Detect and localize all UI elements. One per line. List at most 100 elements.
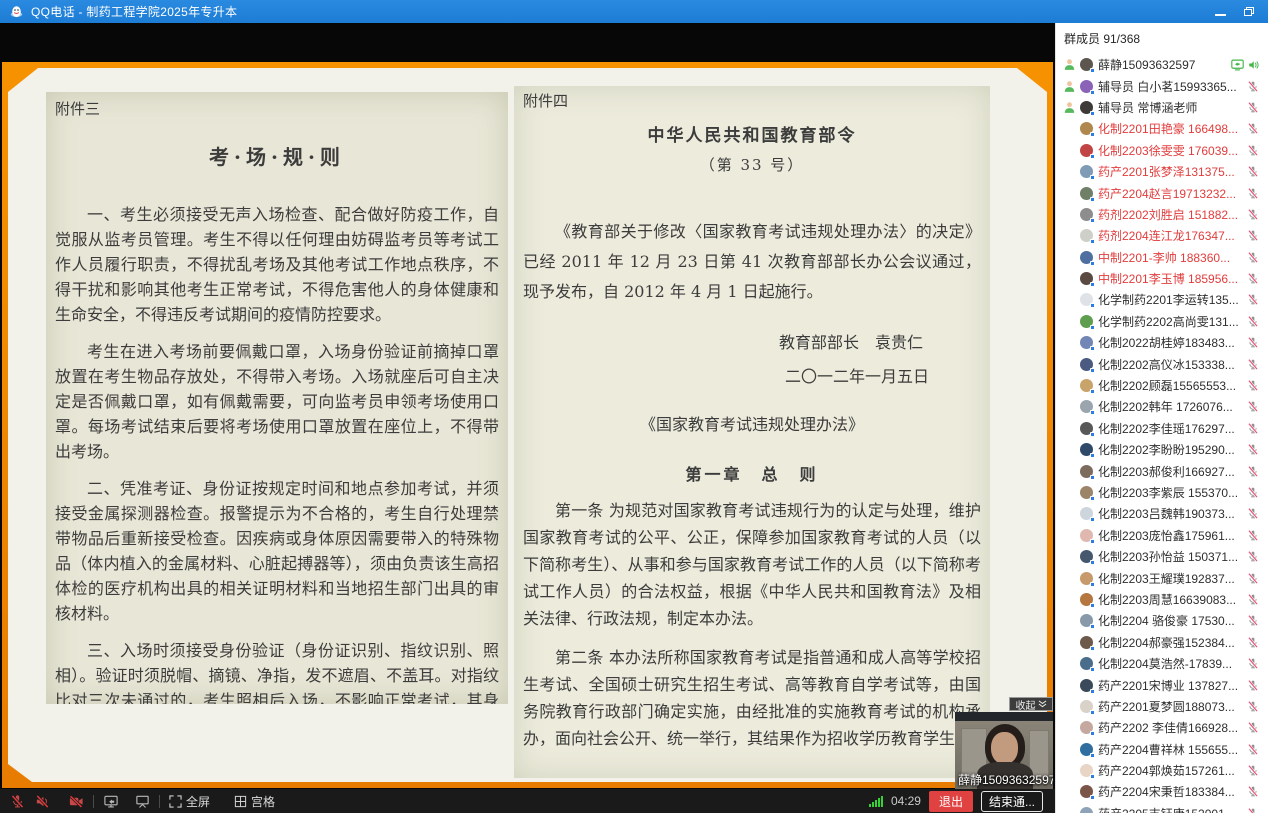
member-row[interactable]: 化学制药2201李运转135...: [1056, 289, 1268, 310]
member-row[interactable]: 化制2203郝俊利166927...: [1056, 460, 1268, 481]
in-call-person-icon: [1063, 400, 1080, 413]
member-name: 药产2201张梦泽131375...: [1098, 163, 1243, 180]
member-row[interactable]: 化制2203徐雯雯 176039...: [1056, 140, 1268, 161]
member-row[interactable]: 药产2204曹祥林 155655...: [1056, 739, 1268, 760]
avatar: [1080, 315, 1093, 328]
end-call-button[interactable]: 结束通...: [981, 791, 1043, 812]
member-row[interactable]: 化制2202李佳瑶176297...: [1056, 418, 1268, 439]
collapse-video-button[interactable]: 收起: [1009, 697, 1053, 711]
presentation-slide: 附件三 考·场·规·则 一、考生必须接受无声入场检查、配合做好防疫工作，自觉服从…: [2, 62, 1053, 788]
avatar: [1080, 807, 1093, 813]
member-row[interactable]: 药剂2204连江龙176347...: [1056, 225, 1268, 246]
member-row[interactable]: 薛静15093632597: [1056, 54, 1268, 75]
member-row[interactable]: 化制2203庞怡鑫175961...: [1056, 525, 1268, 546]
member-name: 药产2204曹祥林 155655...: [1098, 741, 1243, 758]
member-list[interactable]: 薛静15093632597: [1056, 54, 1268, 813]
member-name: 药产2204赵言19713232...: [1098, 185, 1243, 202]
mic-muted-icon: [1247, 465, 1259, 478]
document-page-right: 附件四 中华人民共和国教育部令 （第 33 号） 《教育部关于修改〈国家教育考试…: [514, 86, 990, 778]
member-row[interactable]: 辅导员 白小茗15993365...: [1056, 75, 1268, 96]
exit-button[interactable]: 退出: [929, 791, 973, 812]
fullscreen-button[interactable]: 全屏: [169, 793, 210, 810]
in-call-person-icon: [1063, 208, 1080, 221]
mobile-online-badge: [1090, 325, 1095, 330]
member-row[interactable]: 化制2202顾磊15565553...: [1056, 375, 1268, 396]
in-call-person-icon: [1063, 486, 1080, 499]
member-row[interactable]: 化制2204莫浩然-17839...: [1056, 653, 1268, 674]
member-row[interactable]: 药产2201夏梦圆188073...: [1056, 696, 1268, 717]
mobile-online-badge: [1090, 389, 1095, 394]
member-row[interactable]: 化制2203孙怡益 150371...: [1056, 546, 1268, 567]
member-name: 化制2202李盼盼195290...: [1098, 441, 1243, 458]
member-row[interactable]: 化制2203李紫辰 155370...: [1056, 482, 1268, 503]
mobile-online-badge: [1090, 132, 1095, 137]
member-row[interactable]: 中制2201李玉博 185956...: [1056, 268, 1268, 289]
member-row[interactable]: 化制2203王耀璞192837...: [1056, 567, 1268, 588]
member-name: 化制2202顾磊15565553...: [1098, 377, 1243, 394]
whiteboard-icon: [135, 794, 150, 809]
member-row[interactable]: 化制2022胡桂婷183483...: [1056, 332, 1268, 353]
member-row[interactable]: 药产2204郭焕茹157261...: [1056, 760, 1268, 781]
member-row[interactable]: 药剂2202刘胜启 151882...: [1056, 204, 1268, 225]
mobile-online-badge: [1090, 90, 1095, 95]
doc-paragraph: 三、入场时须接受身份验证（身份证识别、指纹识别、照相）。验证时须脱帽、摘镜、净指…: [55, 638, 499, 704]
grid-view-button[interactable]: 宫格: [234, 793, 275, 810]
qq-logo-icon: [9, 4, 24, 19]
microphone-muted-button[interactable]: [10, 794, 25, 809]
member-name: 辅导员 白小茗15993365...: [1098, 78, 1243, 95]
document-page-left: 附件三 考·场·规·则 一、考生必须接受无声入场检查、配合做好防疫工作，自觉服从…: [46, 92, 508, 704]
member-name: 辅导员 常博涵老师: [1098, 99, 1243, 116]
in-call-person-icon: [1063, 507, 1080, 520]
member-row[interactable]: 药产2201张梦泽131375...: [1056, 161, 1268, 182]
avatar: [1080, 187, 1093, 200]
mobile-online-badge: [1090, 154, 1095, 159]
avatar: [1080, 229, 1093, 242]
member-row[interactable]: 化制2202李盼盼195290...: [1056, 439, 1268, 460]
avatar: [1080, 165, 1093, 178]
order-number: （第 33 号）: [523, 154, 981, 175]
restore-button[interactable]: [1244, 7, 1254, 16]
member-row[interactable]: 药产2204赵言19713232...: [1056, 182, 1268, 203]
in-call-person-icon: [1063, 187, 1080, 200]
left-page-paragraphs: 一、考生必须接受无声入场检查、配合做好防疫工作，自觉服从监考员管理。考生不得以任…: [55, 202, 499, 704]
window-title: QQ电话 - 制药工程学院2025年专升本: [31, 3, 237, 20]
member-row[interactable]: 中制2201-李帅 188360...: [1056, 247, 1268, 268]
member-row[interactable]: 药产2201宋博业 137827...: [1056, 674, 1268, 695]
mic-muted-icon: [1247, 614, 1259, 627]
in-call-person-icon: [1063, 251, 1080, 264]
member-row[interactable]: 化制2204郝豪强152384...: [1056, 632, 1268, 653]
doc-paragraph: 一、考生必须接受无声入场检查、配合做好防疫工作，自觉服从监考员管理。考生不得以任…: [55, 202, 499, 327]
member-row[interactable]: 药产2205支钰康152001...: [1056, 803, 1268, 813]
avatar: [1080, 251, 1093, 264]
mobile-online-badge: [1090, 410, 1095, 415]
mic-muted-icon: [1247, 636, 1259, 649]
mic-muted-icon: [1247, 101, 1259, 114]
member-row[interactable]: 化制2201田艳豪 166498...: [1056, 118, 1268, 139]
member-row[interactable]: 化制2203吕魏韩190373...: [1056, 503, 1268, 524]
member-row[interactable]: 药产2202 李佳倩166928...: [1056, 717, 1268, 738]
member-name: 药剂2204连江龙176347...: [1098, 227, 1243, 244]
member-row[interactable]: 化学制药2202高尚雯131...: [1056, 311, 1268, 332]
member-row[interactable]: 药产2204宋秉哲183384...: [1056, 781, 1268, 802]
mobile-online-badge: [1090, 496, 1095, 501]
member-row[interactable]: 化制2202高仪冰153338...: [1056, 353, 1268, 374]
mobile-online-badge: [1090, 689, 1095, 694]
avatar: [1080, 529, 1093, 542]
self-video-thumbnail[interactable]: 薛静15093632597: [955, 712, 1053, 789]
minimize-button[interactable]: [1215, 14, 1226, 16]
doc-paragraph: 第二条 本办法所称国家教育考试是指普通和成人高等学校招生考试、全国硕士研究生招生…: [523, 644, 981, 752]
speaker-muted-button[interactable]: [35, 794, 50, 809]
screen-share-button[interactable]: [103, 794, 119, 809]
whiteboard-button[interactable]: [135, 794, 150, 809]
member-row[interactable]: 化制2202韩年 1726076...: [1056, 396, 1268, 417]
camera-muted-button[interactable]: [68, 794, 84, 809]
member-row[interactable]: 辅导员 常博涵老师: [1056, 97, 1268, 118]
mobile-online-badge: [1090, 368, 1095, 373]
mobile-online-badge: [1090, 175, 1095, 180]
member-row[interactable]: 化制2203周慧16639083...: [1056, 589, 1268, 610]
mobile-online-badge: [1090, 795, 1095, 800]
member-row[interactable]: 化制2204 骆俊豪 17530...: [1056, 610, 1268, 631]
avatar: [1080, 80, 1093, 93]
avatar: [1080, 400, 1093, 413]
avatar: [1080, 379, 1093, 392]
